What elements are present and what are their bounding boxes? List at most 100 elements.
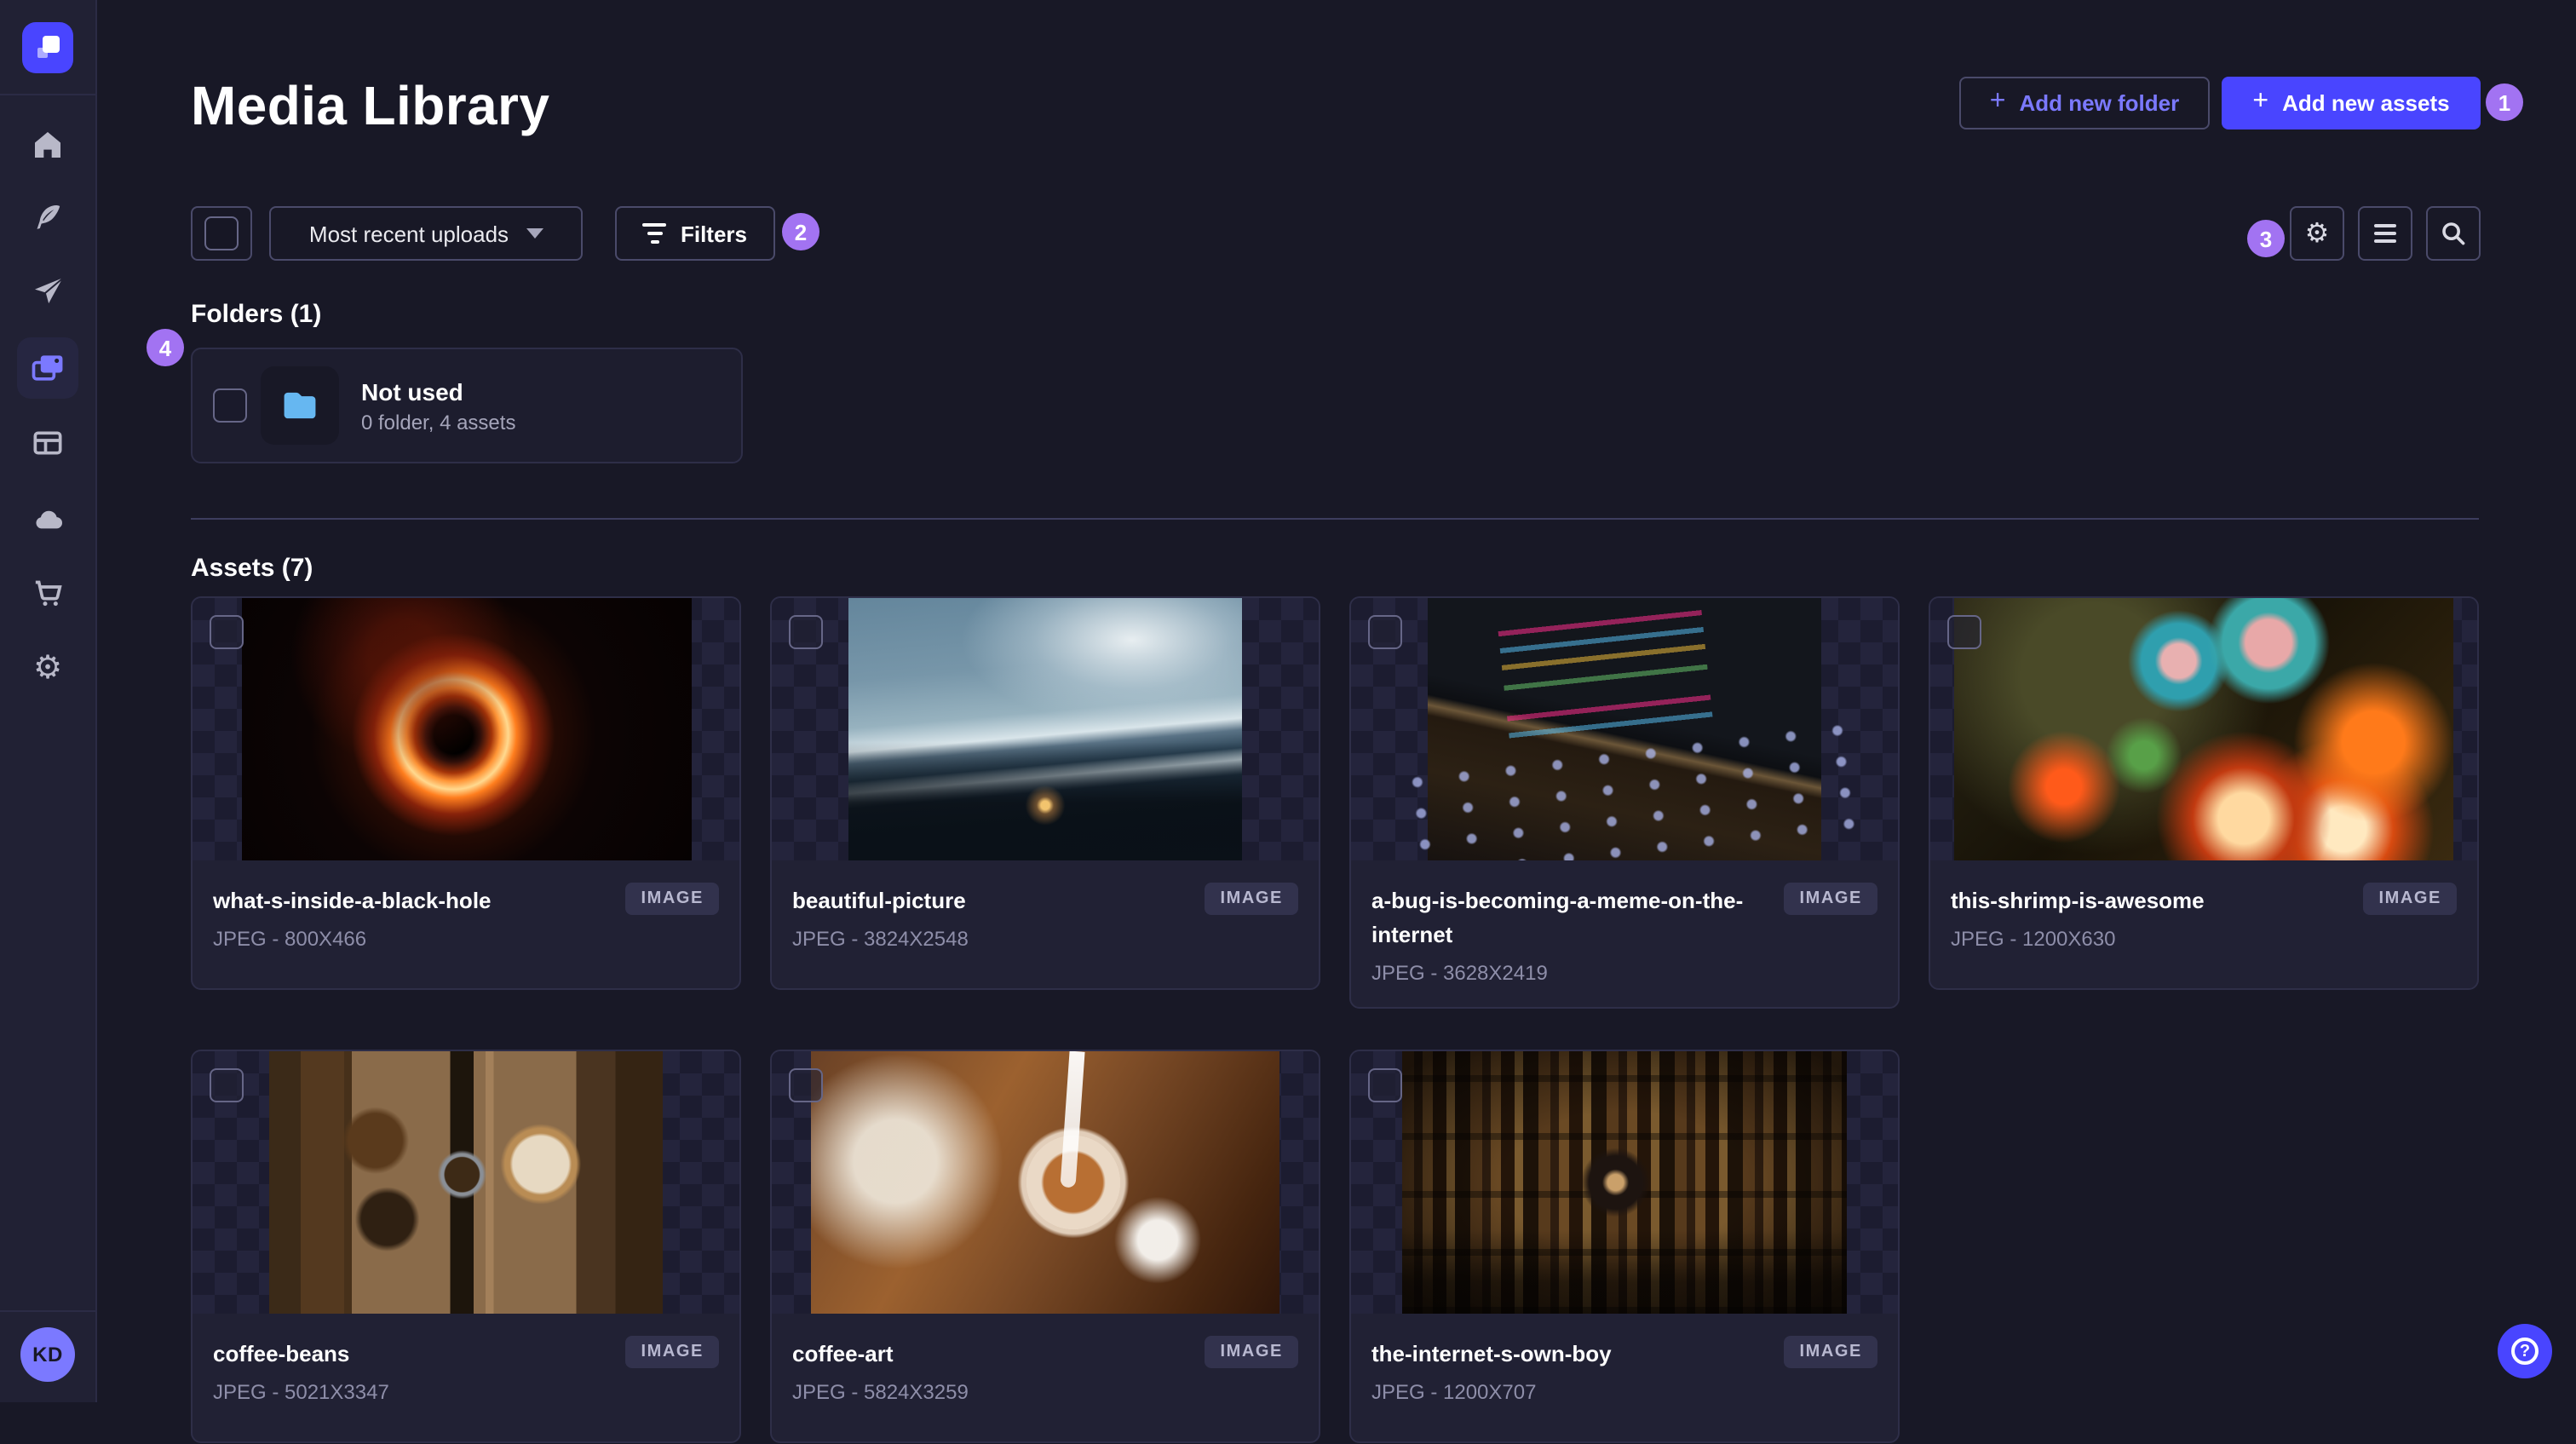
sidebar-item-settings[interactable]: ⚙ [17,637,78,699]
search-icon [2442,222,2465,245]
asset-card[interactable]: the-internet-s-own-boy IMAGE JPEG - 1200… [1349,1050,1900,1444]
asset-card[interactable]: a-bug-is-becoming-a-meme-on-the-internet… [1349,596,1900,1010]
settings-view-button[interactable]: ⚙ [2290,206,2344,261]
asset-checkbox[interactable] [1368,1068,1402,1103]
filters-label: Filters [680,221,747,246]
asset-card[interactable]: beautiful-picture IMAGE JPEG - 3824X2548 [770,596,1320,990]
asset-thumbnail [1351,1051,1898,1315]
search-button[interactable] [2426,206,2481,261]
sidebar-divider-bottom [0,1310,97,1312]
asset-caption: coffee-beans IMAGE JPEG - 5021X3347 [193,1315,739,1442]
asset-name: a-bug-is-becoming-a-meme-on-the-internet [1371,888,1744,948]
question-mark-icon: ? [2511,1338,2539,1365]
annotation-badge-1: 1 [2486,83,2523,121]
feather-icon [37,205,60,229]
asset-thumbnail [772,598,1319,860]
page-title: Media Library [191,75,550,136]
asset-photo [1428,598,1821,860]
asset-photo [241,598,691,860]
add-new-folder-button[interactable]: + Add new folder [1959,77,2210,129]
sort-dropdown[interactable]: Most recent uploads [269,206,583,261]
asset-name: what-s-inside-a-black-hole [213,888,492,913]
chevron-down-icon [526,228,543,239]
asset-name: this-shrimp-is-awesome [1951,888,2205,913]
plus-icon: + [1989,87,2006,116]
asset-meta: JPEG - 3628X2419 [1371,961,1548,986]
sidebar-divider-top [0,94,97,95]
asset-thumbnail [1930,598,2477,860]
asset-meta: JPEG - 3824X2548 [792,927,969,952]
asset-meta: JPEG - 1200X707 [1371,1380,1537,1405]
sidebar-item-deploy[interactable] [17,487,78,549]
section-divider [191,518,2479,520]
asset-checkbox[interactable] [210,1068,244,1103]
sidebar-item-release[interactable] [17,261,78,322]
asset-name: the-internet-s-own-boy [1371,1341,1612,1367]
asset-caption: this-shrimp-is-awesome IMAGE JPEG - 1200… [1930,860,2477,988]
asset-caption: a-bug-is-becoming-a-meme-on-the-internet… [1351,860,1898,1008]
asset-checkbox[interactable] [1368,615,1402,649]
list-view-button[interactable] [2358,206,2412,261]
filter-icon [642,223,667,244]
asset-thumbnail [193,598,739,860]
asset-card[interactable]: coffee-art IMAGE JPEG - 5824X3259 [770,1050,1320,1444]
sidebar-item-home[interactable] [17,114,78,175]
asset-card[interactable]: this-shrimp-is-awesome IMAGE JPEG - 1200… [1929,596,2479,990]
list-icon [2374,224,2396,243]
sidebar-item-content-type-builder[interactable] [17,412,78,474]
main-content: Media Library + Add new folder + Add new… [97,0,2576,1444]
asset-checkbox[interactable] [210,615,244,649]
folder-name: Not used [361,377,463,405]
asset-caption: the-internet-s-own-boy IMAGE JPEG - 1200… [1351,1315,1898,1442]
sidebar-item-content[interactable] [17,187,78,249]
asset-meta: JPEG - 1200X630 [1951,927,2116,952]
asset-meta: JPEG - 5021X3347 [213,1380,389,1405]
filters-button[interactable]: Filters [615,206,775,261]
asset-thumbnail [193,1051,739,1315]
asset-photo [848,598,1242,860]
home-icon [35,132,60,158]
select-all-button[interactable] [191,206,252,261]
annotation-badge-2: 2 [782,213,819,250]
help-button[interactable]: ? [2498,1324,2552,1378]
asset-name: coffee-art [792,1341,894,1367]
folder-meta: 0 folder, 4 assets [361,410,516,434]
asset-type-badge: IMAGE [625,1336,719,1369]
asset-type-badge: IMAGE [1205,883,1298,915]
asset-checkbox[interactable] [789,1068,823,1103]
gear-icon: ⚙ [32,648,63,686]
asset-caption: coffee-art IMAGE JPEG - 5824X3259 [772,1315,1319,1442]
add-new-assets-button[interactable]: + Add new assets [2222,77,2481,129]
folder-card[interactable]: Not used 0 folder, 4 assets [191,348,743,463]
add-new-folder-label: Add new folder [2019,90,2180,116]
images-icon [32,355,63,381]
strapi-logo-icon [36,36,60,60]
asset-photo [811,1051,1279,1315]
asset-card[interactable]: coffee-beans IMAGE JPEG - 5021X3347 [191,1050,741,1444]
folder-icon [284,392,316,419]
add-new-assets-label: Add new assets [2282,90,2450,116]
asset-checkbox[interactable] [1947,615,1981,649]
asset-photo [269,1051,663,1315]
asset-checkbox[interactable] [789,615,823,649]
layout-icon [33,431,62,455]
strapi-logo[interactable] [22,22,73,73]
folder-tile [261,366,339,445]
annotation-badge-4: 4 [147,329,184,366]
asset-type-badge: IMAGE [1205,1336,1298,1369]
asset-type-badge: IMAGE [1784,1336,1877,1369]
annotation-badge-3: 3 [2247,220,2285,257]
gear-icon: ⚙ [2304,216,2330,249]
asset-caption: what-s-inside-a-black-hole IMAGE JPEG - … [193,860,739,988]
sidebar-item-media-library[interactable] [17,337,78,399]
asset-meta: JPEG - 800X466 [213,927,367,952]
select-all-checkbox[interactable] [204,216,239,250]
sidebar-item-marketplace[interactable] [17,562,78,624]
asset-type-badge: IMAGE [1784,883,1877,915]
asset-photo [1402,1051,1847,1315]
user-avatar[interactable]: KD [20,1327,75,1382]
asset-caption: beautiful-picture IMAGE JPEG - 3824X2548 [772,860,1319,988]
asset-type-badge: IMAGE [625,883,719,915]
folder-checkbox[interactable] [213,388,247,423]
asset-card[interactable]: what-s-inside-a-black-hole IMAGE JPEG - … [191,596,741,990]
